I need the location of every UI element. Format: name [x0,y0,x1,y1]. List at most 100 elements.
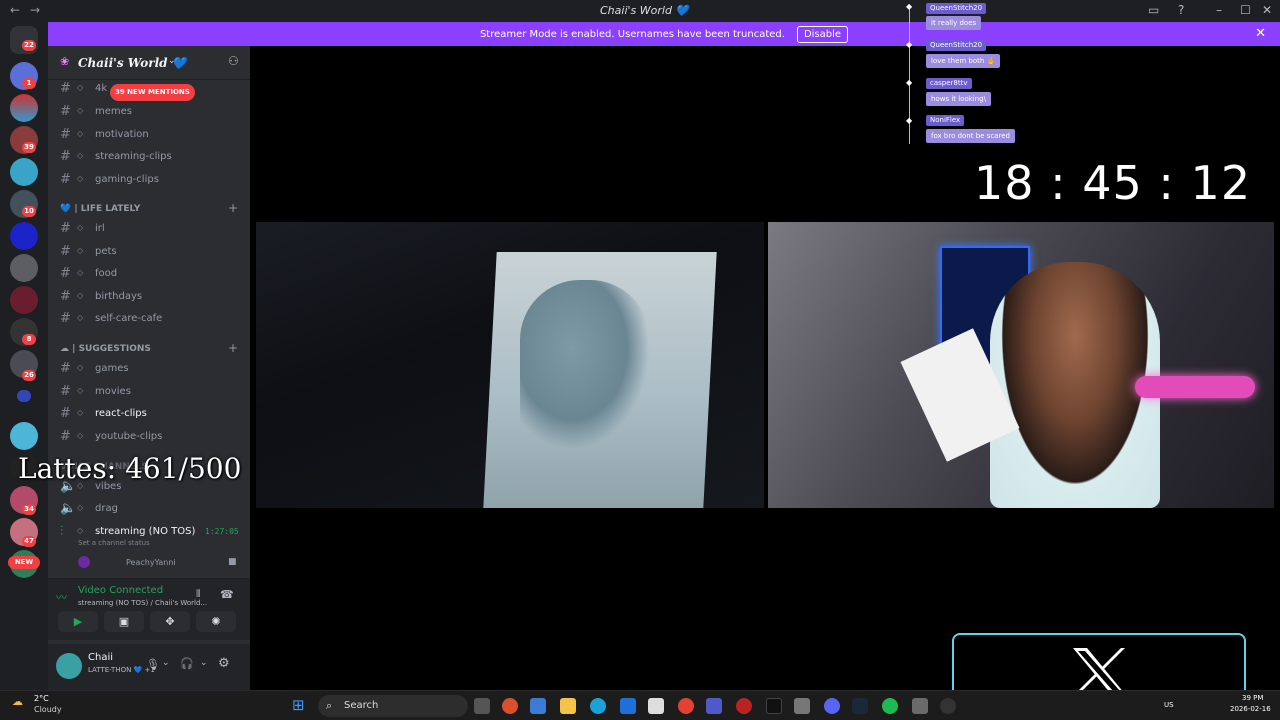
diamond-icon: ◇ [77,386,84,395]
server-icon[interactable] [10,222,38,250]
chat-username: QueenStitch20 [926,40,987,51]
channel-birthdays[interactable]: # ◇ birthdays [60,286,244,306]
app-icon[interactable] [736,698,752,714]
disconnect-icon[interactable]: ☎ [220,588,234,601]
diamond-icon: ◇ [77,129,84,138]
windows-start-icon[interactable]: ⊞ [292,696,305,714]
disable-streamer-mode-button[interactable]: Disable [796,25,849,43]
voice-location[interactable]: streaming (NO TOS) / Chaii's World... [78,599,207,607]
maximize-icon[interactable]: ☐ [1240,3,1251,17]
channel-self-care-cafe[interactable]: # ◇ self-care-cafe [60,308,244,328]
signal-icon[interactable]: 〰 [56,589,67,605]
channel-gaming-clips[interactable]: # ◇ gaming-clips [60,169,244,189]
channel-movies[interactable]: # ◇ movies [60,381,244,401]
server-header[interactable]: ❀ Chaii's World 💙 ⌄ ⚇ [48,46,250,80]
server-icon[interactable] [10,254,38,282]
hash-icon: # [60,384,71,399]
category-suggestions[interactable]: ☁ | SUGGESTIONS [60,344,151,354]
tiktok-icon[interactable] [766,698,782,714]
minimize-icon[interactable]: – [1216,3,1222,17]
category-life-lately[interactable]: 💙 | LIFE LATELY [60,204,140,214]
channel-name: movies [95,386,131,397]
language-indicator[interactable]: US [1164,701,1174,709]
diamond-icon: ◇ [77,526,84,535]
channel-youtube-clips[interactable]: # ◇ youtube-clips [60,426,244,446]
activities-button[interactable]: ✥ [150,611,190,632]
avatar[interactable] [56,653,82,679]
settings-gear-icon[interactable]: ⚙ [218,656,230,671]
store-icon[interactable] [648,698,664,714]
avatar[interactable] [78,556,90,568]
channel-status[interactable]: Set a channel status [78,539,150,547]
add-channel-icon[interactable]: + [228,341,238,355]
help-icon[interactable]: ? [1178,3,1184,17]
taskbar-time[interactable]: 39 PM [1242,694,1263,702]
channel-games[interactable]: # ◇ games [60,358,244,378]
teams-icon[interactable] [706,698,722,714]
search-label: Search [344,700,379,711]
channel-motivation[interactable]: # ◇ motivation [60,124,244,144]
file-explorer-icon[interactable] [560,698,576,714]
user-panel: Chaii LATTE-THON 💙 +1 🎙 ⌄ 🎧 ⌄ ⚙ [48,644,250,690]
obs-icon[interactable] [940,698,956,714]
chat-username: NoniFlex [926,115,965,126]
app-icon[interactable] [620,698,636,714]
new-mentions-pill[interactable]: 39 NEW MENTIONS [110,84,195,101]
channel-irl[interactable]: # ◇ irl [60,218,244,238]
app-icon[interactable] [530,698,546,714]
folder-icon[interactable] [17,390,31,402]
server-icon[interactable] [10,286,38,314]
dm-badge: 22 [22,40,36,51]
title-bar: ← → Chaii's World 💙 ▭ ? – ☐ ✕ [0,0,1280,22]
window-title: Chaii's World 💙 [600,4,690,17]
channel-react-clips[interactable]: # ◇ react-clips [60,403,244,423]
soundboard-button[interactable]: ✺ [196,611,236,632]
weather-icon[interactable]: ☁ [12,695,23,708]
channel-memes[interactable]: # ◇ memes [60,101,244,121]
headphones-icon[interactable]: 🎧 [180,657,194,670]
channel-name: gaming-clips [95,174,159,185]
app-icon[interactable] [502,698,518,714]
close-icon[interactable]: ✕ [1255,26,1266,41]
channel-name: irl [95,223,105,234]
noise-suppression-icon[interactable]: ⦀ [196,589,200,600]
username[interactable]: Chaii [88,652,113,663]
edge-browser-icon[interactable] [590,698,606,714]
voice-member-name[interactable]: PeachyYanni [126,558,176,567]
close-window-icon[interactable]: ✕ [1262,3,1272,17]
chevron-down-icon[interactable]: ⌄ [162,658,170,668]
back-arrow-icon[interactable]: ← [10,3,20,17]
server-icon[interactable] [10,94,38,122]
chrome-icon[interactable] [678,698,694,714]
microphone-icon[interactable]: 🎙 [146,658,160,671]
chat-node-icon: ◆ [906,78,913,87]
screen-share-button[interactable]: ▣ [104,611,144,632]
spotify-icon[interactable] [882,698,898,714]
voice-channel-streaming[interactable]: ⫶ ◇ streaming (NO TOS) 1:27:05 [60,521,244,541]
channel-food[interactable]: # ◇ food [60,263,244,283]
task-view-icon[interactable] [474,698,490,714]
taskbar-search[interactable]: ⌕ Search [318,695,468,717]
weather-desc[interactable]: Cloudy [34,705,62,714]
app-icon[interactable] [912,698,928,714]
forward-arrow-icon[interactable]: → [30,3,40,17]
add-channel-icon[interactable]: + [228,201,238,215]
steam-icon[interactable] [852,698,868,714]
server-icon[interactable] [10,422,38,450]
channel-name: memes [95,106,132,117]
weather-temp[interactable]: 2°C [34,694,49,703]
app-icon[interactable] [794,698,810,714]
camera-button[interactable]: ▶ [58,611,98,632]
voice-active-icon: ⫶ [60,524,64,539]
voice-channel-drag[interactable]: 🔈 ◇ drag [60,498,244,518]
server-icon[interactable] [10,158,38,186]
channel-streaming-clips[interactable]: # ◇ streaming-clips [60,146,244,166]
taskbar-date[interactable]: 2026-02-16 [1230,705,1271,713]
channel-pets[interactable]: # ◇ pets [60,241,244,261]
add-member-icon[interactable]: ⚇ [228,54,239,68]
inbox-icon[interactable]: ▭ [1148,3,1159,17]
discord-icon[interactable] [824,698,840,714]
channel-name: youtube-clips [95,431,163,442]
chevron-down-icon[interactable]: ⌄ [200,658,208,668]
server-badge: 1 [22,78,36,89]
